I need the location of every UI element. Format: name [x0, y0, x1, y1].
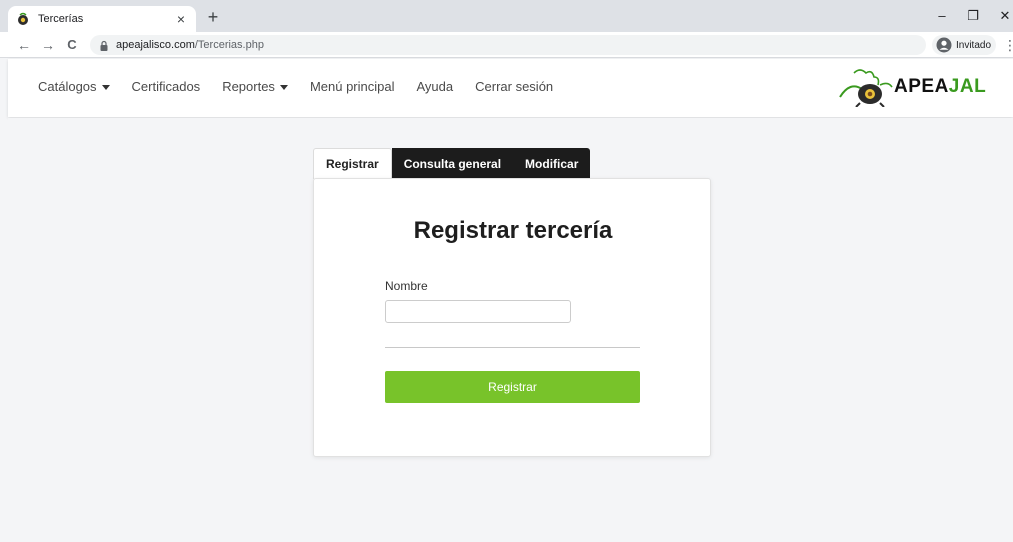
nav-links: Catálogos Certificados Reportes Menú pri… [38, 79, 575, 94]
profile-button[interactable]: Invitado [932, 35, 996, 55]
nav-item-reportes[interactable]: Reportes [222, 79, 288, 94]
reload-icon[interactable]: C [64, 36, 80, 54]
caret-down-icon [279, 84, 288, 90]
nav-item-label: Reportes [222, 79, 275, 94]
browser-tab-title: Tercerías [38, 13, 84, 25]
lock-icon [98, 39, 110, 51]
tab-modificar[interactable]: Modificar [513, 148, 591, 179]
name-label: Nombre [385, 279, 428, 293]
browser-toolbar: ← → C apeajalisco.com/Tercerias.php Invi… [0, 32, 1013, 58]
nav-item-certificados[interactable]: Certificados [132, 79, 201, 94]
nav-item-ayuda[interactable]: Ayuda [416, 79, 453, 94]
nav-item-label: Ayuda [416, 79, 454, 94]
avocado-mascot-icon [839, 69, 893, 107]
forward-icon[interactable]: → [40, 36, 56, 54]
url-path: /Tercerias.php [194, 39, 264, 51]
logo-prefix: APEA [894, 76, 949, 97]
page-title: Registrar tercería [413, 217, 613, 244]
logo-suffix: JAL [948, 76, 987, 97]
window-close-icon[interactable]: ✕ [998, 8, 1012, 24]
name-input[interactable] [385, 300, 571, 323]
profile-label: Invitado [956, 39, 992, 51]
window-minimize-icon[interactable]: – [935, 8, 949, 23]
nav-item-label: Cerrar sesión [475, 79, 554, 94]
address-bar[interactable]: apeajalisco.com/Tercerias.php [90, 35, 926, 55]
browser-tab[interactable]: Tercerías × [8, 6, 196, 32]
tab-consulta-general[interactable]: Consulta general [391, 148, 514, 179]
nav-item-label: Certificados [131, 79, 201, 94]
registrar-button[interactable]: Registrar [385, 371, 640, 403]
apeajal-logo[interactable]: APEAJAL [836, 67, 986, 107]
url-text: apeajalisco.com/Tercerias.php [116, 39, 264, 51]
browser-tabstrip: Tercerías × + – ❐ ✕ [0, 0, 1013, 32]
profile-avatar-icon [936, 37, 952, 53]
apeajal-favicon-icon [16, 12, 30, 26]
site-navbar: Catálogos Certificados Reportes Menú pri… [8, 59, 1013, 117]
nav-item-label: Menú principal [309, 79, 395, 94]
back-icon[interactable]: ← [16, 36, 32, 54]
register-card: Registrar tercería Nombre Registrar [313, 178, 711, 457]
window-restore-icon[interactable]: ❐ [966, 8, 980, 24]
form-divider [385, 347, 640, 348]
tab-close-icon[interactable]: × [174, 11, 188, 27]
caret-down-icon [101, 84, 110, 90]
form-tabs: Registrar Consulta general Modificar [313, 148, 591, 179]
nav-item-catalogos[interactable]: Catálogos [38, 79, 110, 94]
url-host: apeajalisco.com [116, 39, 195, 51]
logo-text: APEAJAL [894, 76, 986, 98]
nav-item-label: Catálogos [38, 79, 97, 94]
nav-item-menu-principal[interactable]: Menú principal [310, 79, 395, 94]
tab-registrar[interactable]: Registrar [313, 148, 392, 179]
nav-item-cerrar-sesion[interactable]: Cerrar sesión [475, 79, 553, 94]
new-tab-button[interactable]: + [203, 7, 223, 27]
browser-menu-icon[interactable]: ⋮ [1003, 37, 1013, 54]
